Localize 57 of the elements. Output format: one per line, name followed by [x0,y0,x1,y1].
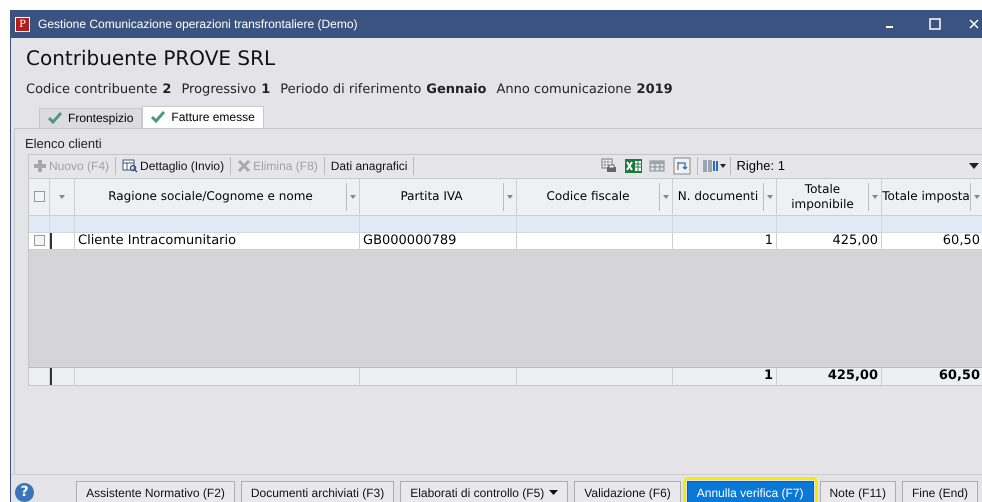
row-count-label: Righe: 1 [736,157,785,176]
check-icon [48,112,62,124]
footer-button[interactable]: Documenti archiviati (F3) [240,480,394,502]
print-icon[interactable] [600,158,617,174]
spreadsheet-icon[interactable] [624,158,643,174]
filter-arrow-icon[interactable] [59,194,65,198]
close-icon[interactable] [969,19,979,29]
filter-arrow-icon[interactable] [663,194,669,198]
tab[interactable]: Fatture emesse [142,106,264,128]
footer-button[interactable]: Validazione (F6) [574,480,681,502]
columns-settings-icon[interactable] [702,158,726,174]
table-row[interactable]: Cliente Intracomunitario GB000000789 1 425,00 60,50 [29,232,982,250]
caret-icon[interactable] [969,163,979,169]
field-label: Codice contribuente [26,81,158,99]
table-icon[interactable] [648,159,665,173]
table-cell: 60,50 [882,232,982,248]
footer-button[interactable]: Elaborati di controllo (F5) [400,480,568,502]
toolbar-button[interactable]: Dettaglio (Invio) [118,155,228,177]
check-icon [151,111,166,123]
filter-arrow-icon[interactable] [767,194,773,198]
field-value: 1 [261,81,270,99]
field-value: 2019 [636,81,673,99]
window-title: Gestione Comunicazione operazioni transfrontaliere (Demo) [38,16,358,33]
field-label: Progressivo [181,81,256,99]
plus-icon [33,159,47,173]
app-logo: P [15,16,30,32]
checkbox[interactable] [34,191,44,202]
total-cell: 425,00 [777,368,882,384]
footer-button[interactable]: Annulla verifica (F7) [686,480,814,502]
filter-arrow-icon[interactable] [974,194,980,198]
toolbar-button[interactable]: Dati anagrafici [326,155,412,177]
filter-arrow-icon[interactable] [350,194,356,198]
table-cell: GB000000789 [360,232,517,248]
footer-button[interactable]: Fine (End) [902,480,978,502]
caret-icon [549,490,558,495]
field-value: Gennaio [426,81,486,99]
table-search-icon [122,159,138,173]
checkbox[interactable] [34,235,44,246]
section-title: Elenco clienti [24,134,103,152]
tab[interactable]: Frontespizio [39,108,142,128]
footer-button[interactable]: Note (F11) [820,480,896,502]
help-button[interactable]: ? [15,483,34,502]
export-icon[interactable] [672,157,691,175]
page-heading: Contribuente PROVE SRL [26,45,276,72]
table-cell: Cliente Intracomunitario [75,232,360,248]
table-cell: 1 [673,232,777,248]
field-label: Periodo di riferimento [280,81,422,99]
total-cell: 60,50 [882,368,982,384]
total-cell: 1 [673,368,777,384]
filter-arrow-icon[interactable] [507,194,513,198]
table-cell: 425,00 [777,232,882,248]
field-label: Anno comunicazione [496,81,632,99]
maximize-icon[interactable] [929,18,941,30]
field-value: 2 [162,81,172,99]
delete-icon [237,159,252,173]
filter-arrow-icon[interactable] [872,194,878,198]
footer-button[interactable]: Assistente Normativo (F2) [76,480,235,502]
